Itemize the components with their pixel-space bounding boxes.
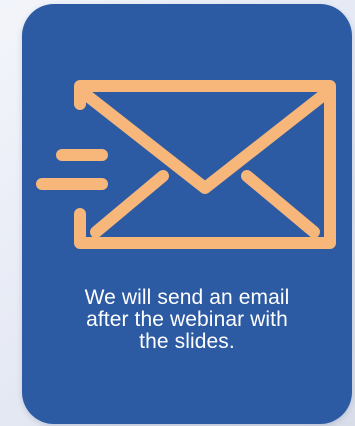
envelope-flap <box>74 84 336 194</box>
caption-line-2: after the webinar with <box>86 308 288 331</box>
caption-line-1: We will send an email <box>84 286 290 309</box>
envelope-right-fold <box>241 170 320 238</box>
caption-line-3: the slides. <box>139 330 235 353</box>
email-send-icon <box>36 80 336 249</box>
email-info-caption: We will send an email after the webinar … <box>22 287 352 353</box>
